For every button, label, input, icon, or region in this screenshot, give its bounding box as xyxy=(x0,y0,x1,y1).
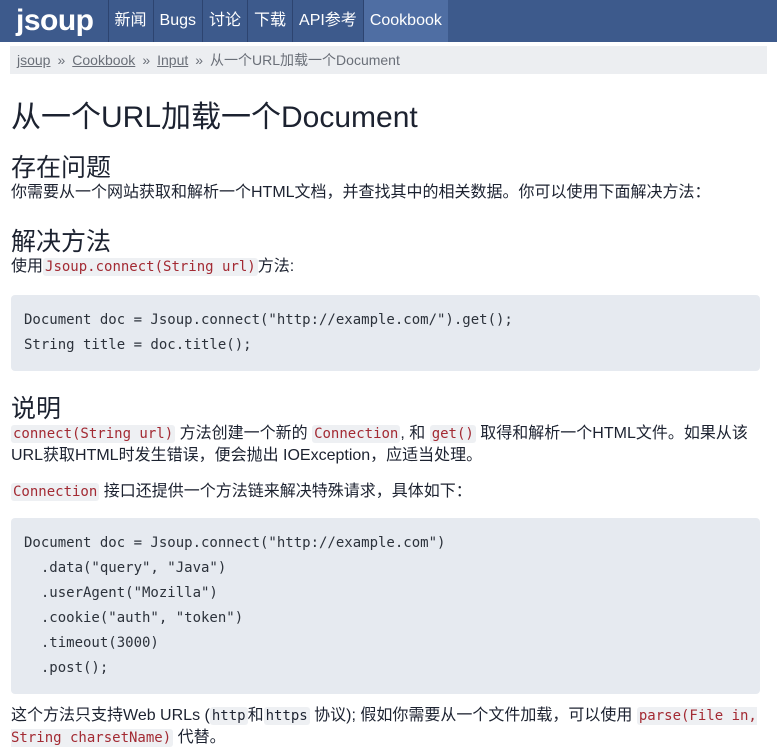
code-block-solution: Document doc = Jsoup.connect("http://exa… xyxy=(11,295,760,371)
breadcrumb-link-input[interactable]: Input xyxy=(157,52,188,68)
inline-code-connection: Connection xyxy=(312,425,401,443)
nav-item-bugs[interactable]: Bugs xyxy=(152,0,202,42)
code-block-chain: Document doc = Jsoup.connect("http://exa… xyxy=(11,518,760,694)
inline-code-http: http xyxy=(209,707,248,725)
breadcrumb-separator: » xyxy=(142,52,151,68)
desc-text: 方法创建一个新的 xyxy=(175,425,313,442)
inline-code-connection: Connection xyxy=(11,483,100,501)
inline-code-https: https xyxy=(263,707,310,725)
breadcrumb: jsoup » Cookbook » Input » 从一个URL加载一个Document xyxy=(10,46,767,74)
site-logo[interactable]: jsoup xyxy=(0,0,108,42)
description-heading: 说明 xyxy=(11,395,62,423)
solution-heading: 解决方法 xyxy=(11,228,112,256)
desc-text: , 和 xyxy=(400,425,430,442)
page-title: 从一个URL加载一个Document xyxy=(11,101,418,134)
description-paragraph-1: connect(String url) 方法创建一个新的 Connection,… xyxy=(11,423,760,467)
solution-post-text: 方法: xyxy=(257,258,295,275)
desc-text: 这个方法只支持Web URLs ( xyxy=(11,707,210,724)
nav-item-api[interactable]: API参考 xyxy=(292,0,363,42)
nav-item-download[interactable]: 下载 xyxy=(247,0,292,42)
desc-text: 和 xyxy=(247,707,264,724)
inline-code-connect-url: connect(String url) xyxy=(11,425,176,443)
breadcrumb-separator: » xyxy=(195,52,204,68)
breadcrumb-link-jsoup[interactable]: jsoup xyxy=(17,52,50,68)
problem-heading: 存在问题 xyxy=(11,154,112,182)
solution-pre-text: 使用 xyxy=(11,258,44,275)
main-content: 从一个URL加载一个Document 存在问题 你需要从一个网站获取和解析一个H… xyxy=(0,92,777,749)
top-nav: jsoup 新闻 Bugs 讨论 下载 API参考 Cookbook xyxy=(0,0,777,42)
nav-item-discussion[interactable]: 讨论 xyxy=(201,0,247,42)
breadcrumb-separator: » xyxy=(57,52,66,68)
nav-item-cookbook[interactable]: Cookbook xyxy=(362,0,448,42)
description-paragraph-3: 这个方法只支持Web URLs (http 和 https 协议); 假如你需要从一… xyxy=(11,705,760,749)
nav-item-news[interactable]: 新闻 xyxy=(107,0,153,42)
solution-text: 使用 Jsoup.connect(String url) 方法: xyxy=(11,256,760,278)
inline-code-connect: Jsoup.connect(String url) xyxy=(43,258,258,276)
description-paragraph-2: Connection 接口还提供一个方法链来解决特殊请求，具体如下： xyxy=(11,481,760,503)
desc-text: 代替。 xyxy=(173,729,226,746)
desc-text: 接口还提供一个方法链来解决特殊请求，具体如下： xyxy=(99,483,472,500)
problem-text: 你需要从一个网站获取和解析一个HTML文档，并查找其中的相关数据。你可以使用下面… xyxy=(11,184,711,201)
desc-text: 协议); 假如你需要从一个文件加载，可以使用 xyxy=(309,707,637,724)
breadcrumb-current: 从一个URL加载一个Document xyxy=(210,52,400,68)
breadcrumb-link-cookbook[interactable]: Cookbook xyxy=(72,52,135,68)
inline-code-get: get() xyxy=(429,425,476,443)
